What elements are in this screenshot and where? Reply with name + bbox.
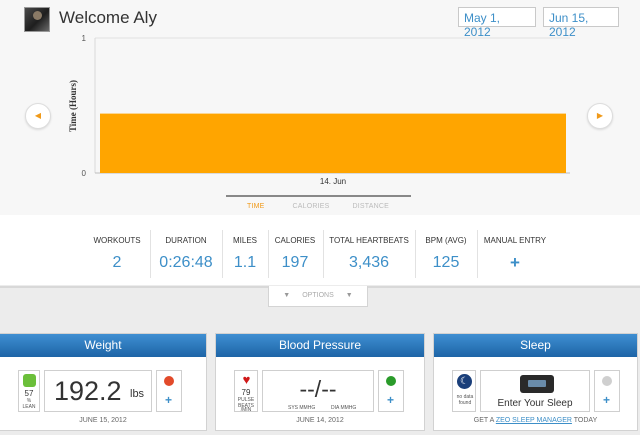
next-button[interactable]: ▶ [587,103,613,129]
bp-value-box: --/-- SYS MMHG DIA MMHG [262,370,374,412]
sleep-card: Sleep ☾ no data found Enter Your Sleep +… [433,333,638,431]
tab-calories[interactable]: CALORIES [293,197,330,210]
options-toggle[interactable]: ▼ OPTIONS ▼ [268,286,368,307]
stat-label: MANUAL ENTRY [483,236,547,245]
sleep-status-box: ☾ no data found [452,370,476,412]
heart-icon: ♥ [242,372,251,387]
stat-duration: DURATION 0:26:48 [154,230,218,276]
enter-sleep-label: Enter Your Sleep [497,398,573,409]
stats-row: WORKOUTS 2 DURATION 0:26:48 MILES 1.1 CA… [0,215,640,285]
weight-actions: + [156,370,182,412]
start-date-input[interactable]: May 1, 2012 [458,7,536,39]
pulse-value: 79 [241,388,251,397]
add-bp-button[interactable]: + [387,393,394,407]
avatar[interactable] [24,7,50,32]
footer-prefix: GET A [473,417,494,424]
lean-score-box: 57 % LEAN [18,370,40,412]
zeo-link[interactable]: ZEO SLEEP MANAGER [496,417,572,424]
weight-date: JUNE 15, 2012 [79,417,127,424]
status-light-icon [602,376,612,386]
stat-value: 197 [281,254,309,271]
y-tick-min: 0 [82,169,87,178]
stat-miles: MILES 1.1 [227,230,263,276]
device-screen [528,380,546,387]
stat-label: WORKOUTS [93,236,141,245]
stat-label: DURATION [165,236,207,245]
chevron-down-icon: ▼ [345,292,353,299]
chart-panel: Welcome Aly May 1, 2012 Jun 15, 2012 1 0… [0,0,640,215]
pulse-box: ♥ 79 PULSE BEATS /MIN [234,370,258,413]
stat-manual-entry: MANUAL ENTRY + [480,230,550,276]
bar-jun-14[interactable] [100,113,566,173]
stat-workouts: WORKOUTS 2 [88,230,146,276]
stat-value: 3,436 [348,254,390,271]
triangle-right-icon: ▶ [596,111,604,120]
stat-label: CALORIES [274,236,316,245]
dia-label: DIA MMHG [331,405,357,411]
options-label: OPTIONS [302,292,334,299]
chevron-down-icon: ▼ [283,292,291,299]
blood-pressure-card: Blood Pressure ♥ 79 PULSE BEATS /MIN --/… [215,333,425,431]
weight-card-title: Weight [0,334,206,357]
y-tick-max: 1 [82,34,87,43]
stat-label: MILES [232,236,257,245]
divider [323,230,324,278]
welcome-text: Welcome Aly [59,8,157,27]
divider [268,230,269,278]
stat-value: 1.1 [233,254,257,271]
stat-value: 2 [112,254,122,271]
status-light-icon [386,376,396,386]
end-date-input[interactable]: Jun 15, 2012 [543,7,619,39]
footer-suffix: TODAY [573,417,598,424]
stat-value: 0:26:48 [159,254,213,271]
stat-total-heartbeats: TOTAL HEARTBEATS 3,436 [326,230,412,276]
y-axis-label: Time (Hours) [68,80,78,132]
add-weight-button[interactable]: + [165,393,172,407]
triangle-left-icon: ◀ [34,111,42,120]
status-light-icon [164,376,174,386]
weight-unit: lbs [130,388,145,400]
tab-distance[interactable]: DISTANCE [353,197,389,210]
enter-sleep-box[interactable]: Enter Your Sleep [480,370,590,412]
no-data-text: no data found [456,394,474,406]
lean-score-label: LEAN [22,404,36,410]
x-tick-label: 14. Jun [320,177,346,186]
sleep-card-title: Sleep [434,334,637,357]
divider [222,230,223,278]
weight-card: Weight 57 % LEAN 192.2 lbs + JUNE 15, 20… [0,333,207,431]
stat-bpm: BPM (AVG) 125 [418,230,474,276]
sleep-actions: + [594,370,620,412]
metric-tabs: TIME CALORIES DISTANCE [226,195,411,210]
manual-entry-plus-button[interactable]: + [480,253,550,273]
tab-time[interactable]: TIME [247,197,265,210]
add-sleep-button[interactable]: + [603,393,610,407]
bp-value: --/-- [299,376,337,402]
weight-value: 192.2 [54,376,122,406]
divider [415,230,416,278]
divider [150,230,151,278]
pulse-unit: /MIN [240,407,252,413]
bp-date: JUNE 14, 2012 [296,417,344,424]
activity-chart: 1 0 Time (Hours) 14. Jun [68,34,570,186]
moon-icon: ☾ [457,374,472,389]
stat-label: TOTAL HEARTBEATS [329,236,409,245]
stat-label: BPM (AVG) [425,236,467,245]
bp-card-title: Blood Pressure [216,334,424,357]
previous-button[interactable]: ◀ [25,103,51,129]
scale-icon [23,374,36,387]
bp-actions: + [378,370,404,412]
sleep-device-icon [520,375,554,393]
divider [477,230,478,278]
sys-label: SYS MMHG [288,405,316,411]
stat-calories: CALORIES 197 [271,230,319,276]
weight-value-box: 192.2 lbs [44,370,152,412]
sleep-footer: GET A ZEO SLEEP MANAGER TODAY [434,417,637,424]
lean-score-value: 57 [24,389,34,398]
stat-value: 125 [432,254,460,271]
